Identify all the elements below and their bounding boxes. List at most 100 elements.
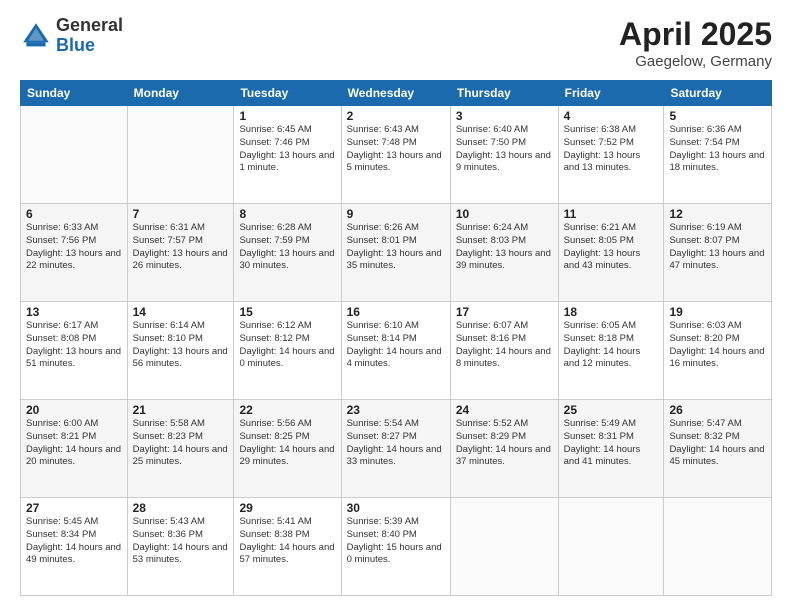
day-number: 8 <box>239 207 335 221</box>
day-cell <box>664 498 772 596</box>
day-info: Sunrise: 5:56 AM Sunset: 8:25 PM Dayligh… <box>239 418 335 469</box>
week-row-3: 13Sunrise: 6:17 AM Sunset: 8:08 PM Dayli… <box>21 302 772 400</box>
day-info: Sunrise: 6:38 AM Sunset: 7:52 PM Dayligh… <box>564 124 659 175</box>
day-cell: 1Sunrise: 6:45 AM Sunset: 7:46 PM Daylig… <box>234 106 341 204</box>
day-info: Sunrise: 6:10 AM Sunset: 8:14 PM Dayligh… <box>347 320 445 371</box>
day-cell: 25Sunrise: 5:49 AM Sunset: 8:31 PM Dayli… <box>558 400 664 498</box>
day-cell <box>21 106 128 204</box>
day-number: 13 <box>26 305 122 319</box>
location: Gaegelow, Germany <box>619 53 772 70</box>
day-number: 24 <box>456 403 553 417</box>
logo-general: General <box>56 16 123 36</box>
day-cell <box>558 498 664 596</box>
day-number: 22 <box>239 403 335 417</box>
day-cell: 9Sunrise: 6:26 AM Sunset: 8:01 PM Daylig… <box>341 204 450 302</box>
week-row-1: 1Sunrise: 6:45 AM Sunset: 7:46 PM Daylig… <box>21 106 772 204</box>
page: General Blue April 2025 Gaegelow, German… <box>0 0 792 612</box>
day-info: Sunrise: 6:05 AM Sunset: 8:18 PM Dayligh… <box>564 320 659 371</box>
day-cell: 10Sunrise: 6:24 AM Sunset: 8:03 PM Dayli… <box>450 204 558 302</box>
day-number: 16 <box>347 305 445 319</box>
col-tuesday: Tuesday <box>234 81 341 106</box>
header: General Blue April 2025 Gaegelow, German… <box>20 16 772 70</box>
day-number: 4 <box>564 109 659 123</box>
day-cell: 26Sunrise: 5:47 AM Sunset: 8:32 PM Dayli… <box>664 400 772 498</box>
day-info: Sunrise: 6:26 AM Sunset: 8:01 PM Dayligh… <box>347 222 445 273</box>
month-title: April 2025 <box>619 16 772 53</box>
day-info: Sunrise: 6:19 AM Sunset: 8:07 PM Dayligh… <box>669 222 766 273</box>
day-info: Sunrise: 6:31 AM Sunset: 7:57 PM Dayligh… <box>133 222 229 273</box>
day-number: 25 <box>564 403 659 417</box>
day-number: 2 <box>347 109 445 123</box>
day-info: Sunrise: 5:58 AM Sunset: 8:23 PM Dayligh… <box>133 418 229 469</box>
day-number: 30 <box>347 501 445 515</box>
day-info: Sunrise: 6:24 AM Sunset: 8:03 PM Dayligh… <box>456 222 553 273</box>
day-number: 20 <box>26 403 122 417</box>
day-number: 19 <box>669 305 766 319</box>
title-block: April 2025 Gaegelow, Germany <box>619 16 772 70</box>
day-cell: 20Sunrise: 6:00 AM Sunset: 8:21 PM Dayli… <box>21 400 128 498</box>
day-info: Sunrise: 5:39 AM Sunset: 8:40 PM Dayligh… <box>347 516 445 567</box>
day-info: Sunrise: 5:49 AM Sunset: 8:31 PM Dayligh… <box>564 418 659 469</box>
day-number: 27 <box>26 501 122 515</box>
day-number: 10 <box>456 207 553 221</box>
day-number: 9 <box>347 207 445 221</box>
day-number: 29 <box>239 501 335 515</box>
day-number: 23 <box>347 403 445 417</box>
day-cell: 2Sunrise: 6:43 AM Sunset: 7:48 PM Daylig… <box>341 106 450 204</box>
day-number: 17 <box>456 305 553 319</box>
day-cell: 28Sunrise: 5:43 AM Sunset: 8:36 PM Dayli… <box>127 498 234 596</box>
day-number: 3 <box>456 109 553 123</box>
day-info: Sunrise: 6:33 AM Sunset: 7:56 PM Dayligh… <box>26 222 122 273</box>
logo: General Blue <box>20 16 123 56</box>
calendar: Sunday Monday Tuesday Wednesday Thursday… <box>20 80 772 596</box>
col-thursday: Thursday <box>450 81 558 106</box>
day-cell: 11Sunrise: 6:21 AM Sunset: 8:05 PM Dayli… <box>558 204 664 302</box>
week-row-5: 27Sunrise: 5:45 AM Sunset: 8:34 PM Dayli… <box>21 498 772 596</box>
day-info: Sunrise: 6:14 AM Sunset: 8:10 PM Dayligh… <box>133 320 229 371</box>
day-info: Sunrise: 5:41 AM Sunset: 8:38 PM Dayligh… <box>239 516 335 567</box>
day-number: 14 <box>133 305 229 319</box>
day-number: 5 <box>669 109 766 123</box>
day-cell: 3Sunrise: 6:40 AM Sunset: 7:50 PM Daylig… <box>450 106 558 204</box>
day-cell: 15Sunrise: 6:12 AM Sunset: 8:12 PM Dayli… <box>234 302 341 400</box>
day-number: 6 <box>26 207 122 221</box>
day-cell: 24Sunrise: 5:52 AM Sunset: 8:29 PM Dayli… <box>450 400 558 498</box>
day-cell: 13Sunrise: 6:17 AM Sunset: 8:08 PM Dayli… <box>21 302 128 400</box>
day-number: 7 <box>133 207 229 221</box>
col-sunday: Sunday <box>21 81 128 106</box>
day-number: 18 <box>564 305 659 319</box>
day-cell: 27Sunrise: 5:45 AM Sunset: 8:34 PM Dayli… <box>21 498 128 596</box>
week-row-2: 6Sunrise: 6:33 AM Sunset: 7:56 PM Daylig… <box>21 204 772 302</box>
day-info: Sunrise: 6:03 AM Sunset: 8:20 PM Dayligh… <box>669 320 766 371</box>
day-cell: 8Sunrise: 6:28 AM Sunset: 7:59 PM Daylig… <box>234 204 341 302</box>
day-cell: 30Sunrise: 5:39 AM Sunset: 8:40 PM Dayli… <box>341 498 450 596</box>
day-info: Sunrise: 5:52 AM Sunset: 8:29 PM Dayligh… <box>456 418 553 469</box>
day-info: Sunrise: 5:54 AM Sunset: 8:27 PM Dayligh… <box>347 418 445 469</box>
day-cell: 29Sunrise: 5:41 AM Sunset: 8:38 PM Dayli… <box>234 498 341 596</box>
day-cell: 14Sunrise: 6:14 AM Sunset: 8:10 PM Dayli… <box>127 302 234 400</box>
day-number: 28 <box>133 501 229 515</box>
week-row-4: 20Sunrise: 6:00 AM Sunset: 8:21 PM Dayli… <box>21 400 772 498</box>
day-number: 26 <box>669 403 766 417</box>
col-monday: Monday <box>127 81 234 106</box>
col-wednesday: Wednesday <box>341 81 450 106</box>
col-friday: Friday <box>558 81 664 106</box>
day-cell: 4Sunrise: 6:38 AM Sunset: 7:52 PM Daylig… <box>558 106 664 204</box>
day-cell: 12Sunrise: 6:19 AM Sunset: 8:07 PM Dayli… <box>664 204 772 302</box>
day-number: 12 <box>669 207 766 221</box>
day-number: 11 <box>564 207 659 221</box>
day-cell: 23Sunrise: 5:54 AM Sunset: 8:27 PM Dayli… <box>341 400 450 498</box>
day-info: Sunrise: 6:43 AM Sunset: 7:48 PM Dayligh… <box>347 124 445 175</box>
col-saturday: Saturday <box>664 81 772 106</box>
day-cell: 16Sunrise: 6:10 AM Sunset: 8:14 PM Dayli… <box>341 302 450 400</box>
logo-text: General Blue <box>56 16 123 56</box>
day-cell: 21Sunrise: 5:58 AM Sunset: 8:23 PM Dayli… <box>127 400 234 498</box>
logo-blue: Blue <box>56 36 123 56</box>
day-info: Sunrise: 6:07 AM Sunset: 8:16 PM Dayligh… <box>456 320 553 371</box>
day-cell: 18Sunrise: 6:05 AM Sunset: 8:18 PM Dayli… <box>558 302 664 400</box>
day-info: Sunrise: 6:40 AM Sunset: 7:50 PM Dayligh… <box>456 124 553 175</box>
day-info: Sunrise: 6:17 AM Sunset: 8:08 PM Dayligh… <box>26 320 122 371</box>
day-info: Sunrise: 5:47 AM Sunset: 8:32 PM Dayligh… <box>669 418 766 469</box>
day-number: 1 <box>239 109 335 123</box>
day-info: Sunrise: 6:28 AM Sunset: 7:59 PM Dayligh… <box>239 222 335 273</box>
